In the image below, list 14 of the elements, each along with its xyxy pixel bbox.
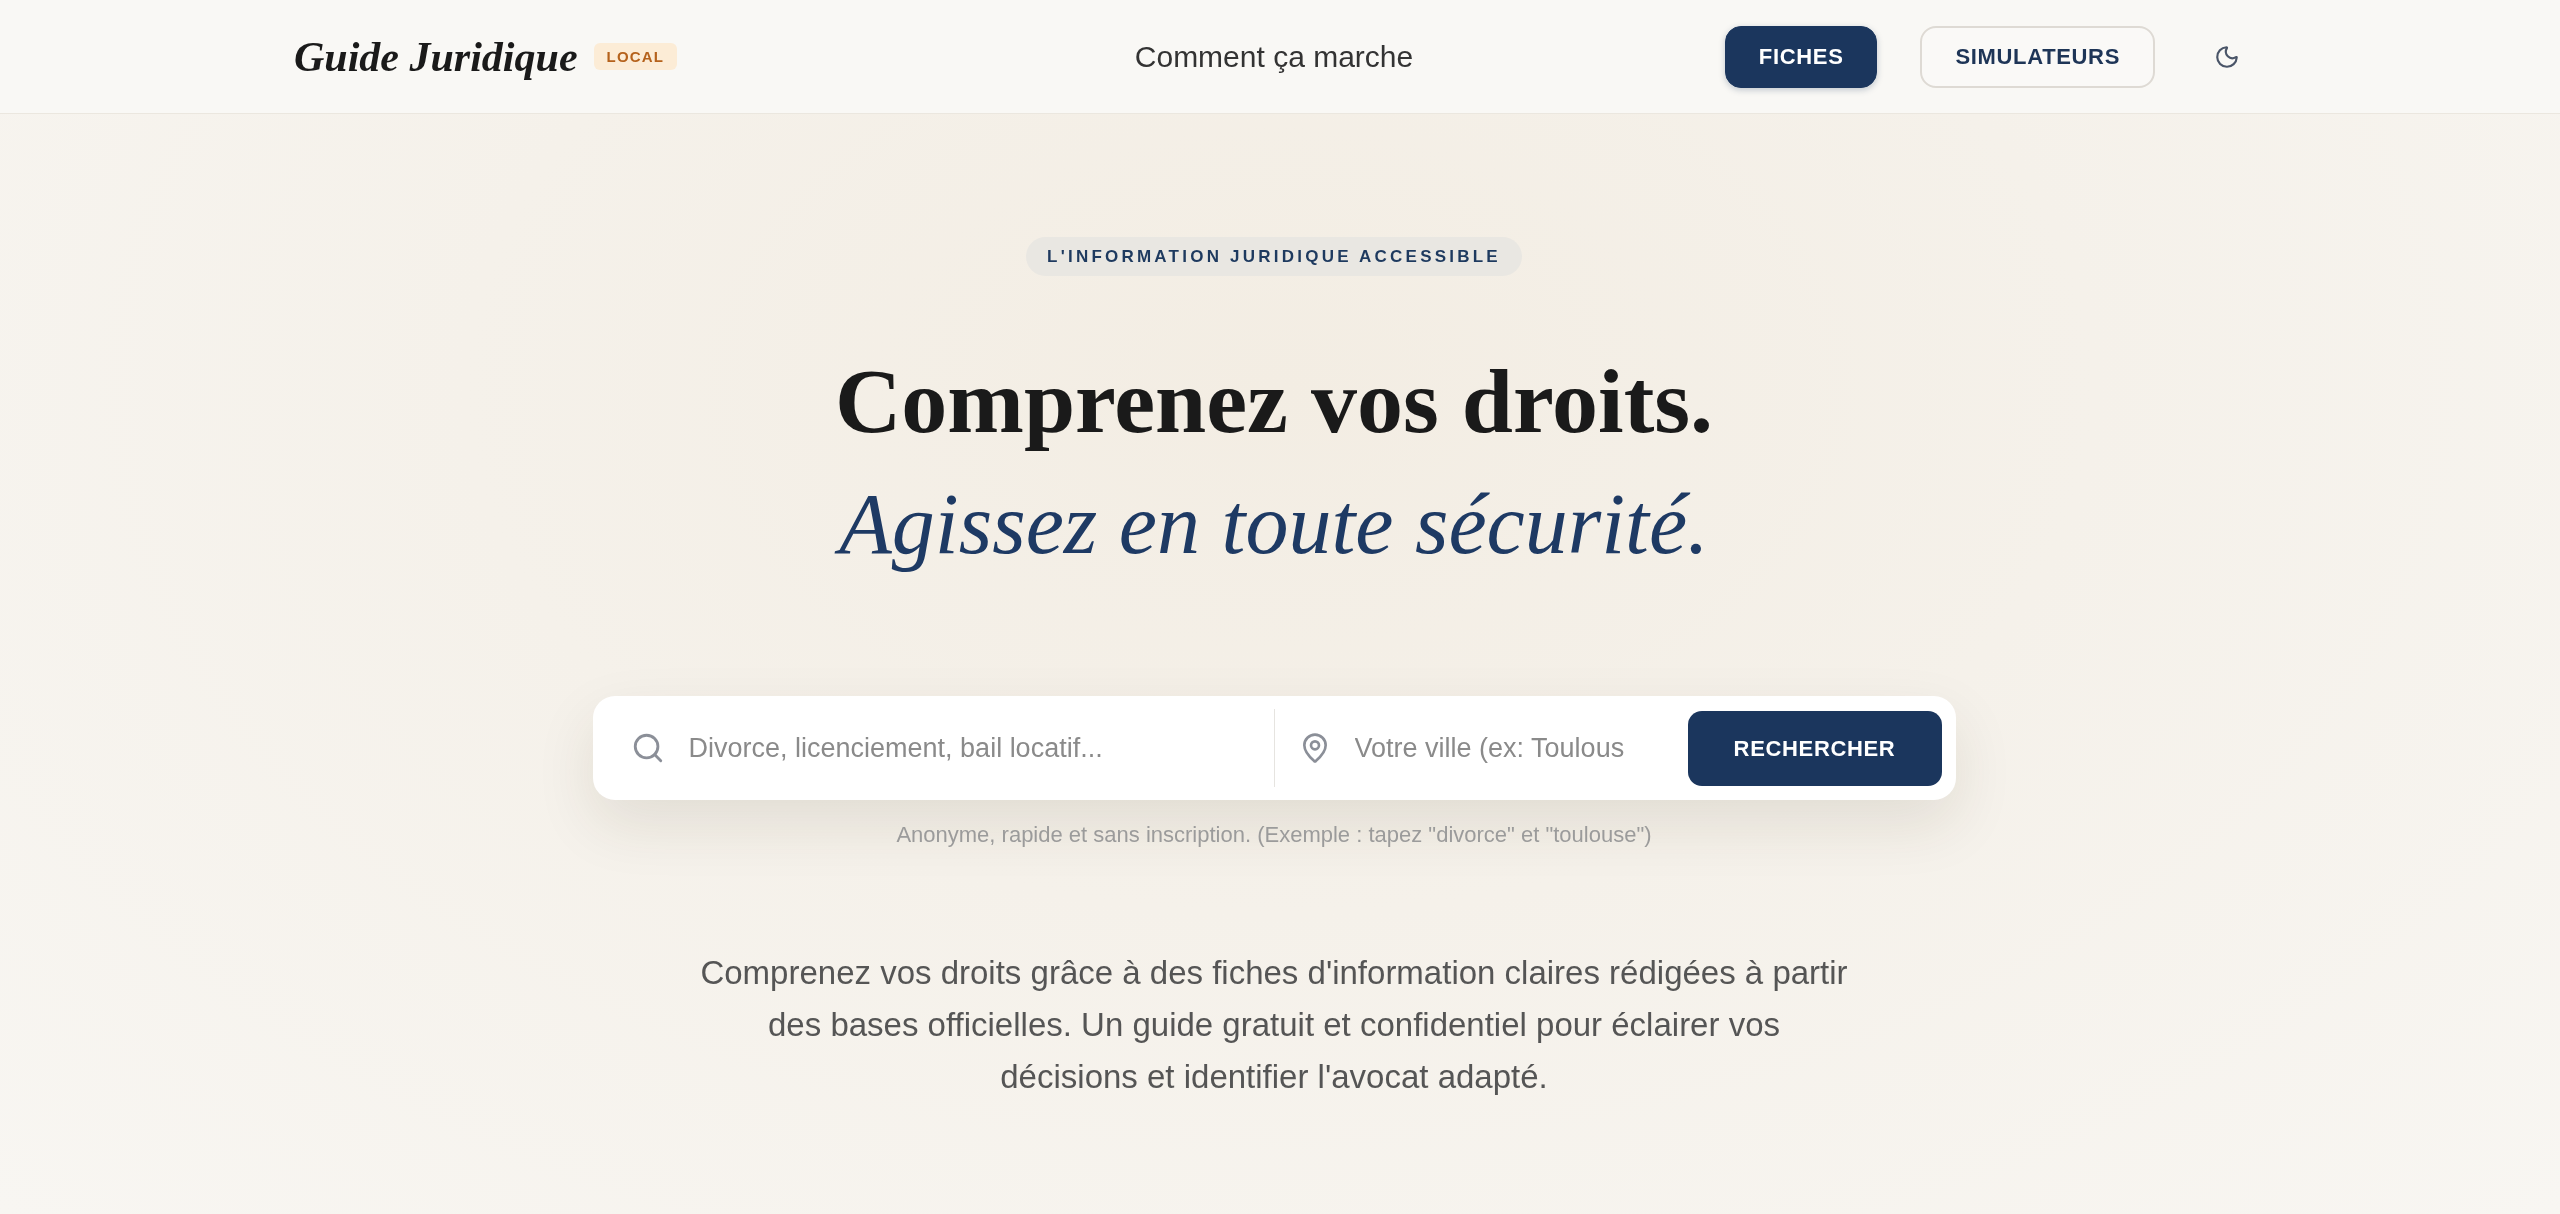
hero-subtitle: Agissez en toute sécurité. bbox=[825, 463, 1723, 585]
eyebrow-badge: L'INFORMATION JURIDIQUE ACCESSIBLE bbox=[1026, 237, 1522, 276]
city-field[interactable]: Votre ville (ex: Toulous bbox=[1354, 718, 1676, 778]
search-hint: Anonyme, rapide et sans inscription. (Exemple : tapez "divorce" et "toulouse") bbox=[896, 821, 1652, 849]
search-button[interactable]: RECHERCHER bbox=[1687, 710, 1942, 786]
nav-button[interactable]: FICHES bbox=[1724, 25, 1878, 88]
logo-badge: LOCAL bbox=[593, 43, 678, 70]
search-field[interactable]: Divorce, licenciement, bail locatif... bbox=[688, 718, 1262, 778]
intro-paragraph: Comprenez vos droits grâce à des fiches d'information claires rédigées à partir des bases officielles. Un guide gratuit et confidentiel pour éclairer vos décisions et identifier l'avocat adapté. bbox=[699, 953, 1849, 1097]
nav-button[interactable]: SIMULATEURS bbox=[1920, 25, 2155, 88]
moon-icon bbox=[2214, 43, 2240, 70]
site-logo[interactable]: Guide Juridique bbox=[294, 35, 580, 78]
nav-link[interactable]: Comment ça marche bbox=[1134, 34, 1414, 79]
hero-title: Comprenez vos droits. bbox=[833, 349, 1715, 454]
